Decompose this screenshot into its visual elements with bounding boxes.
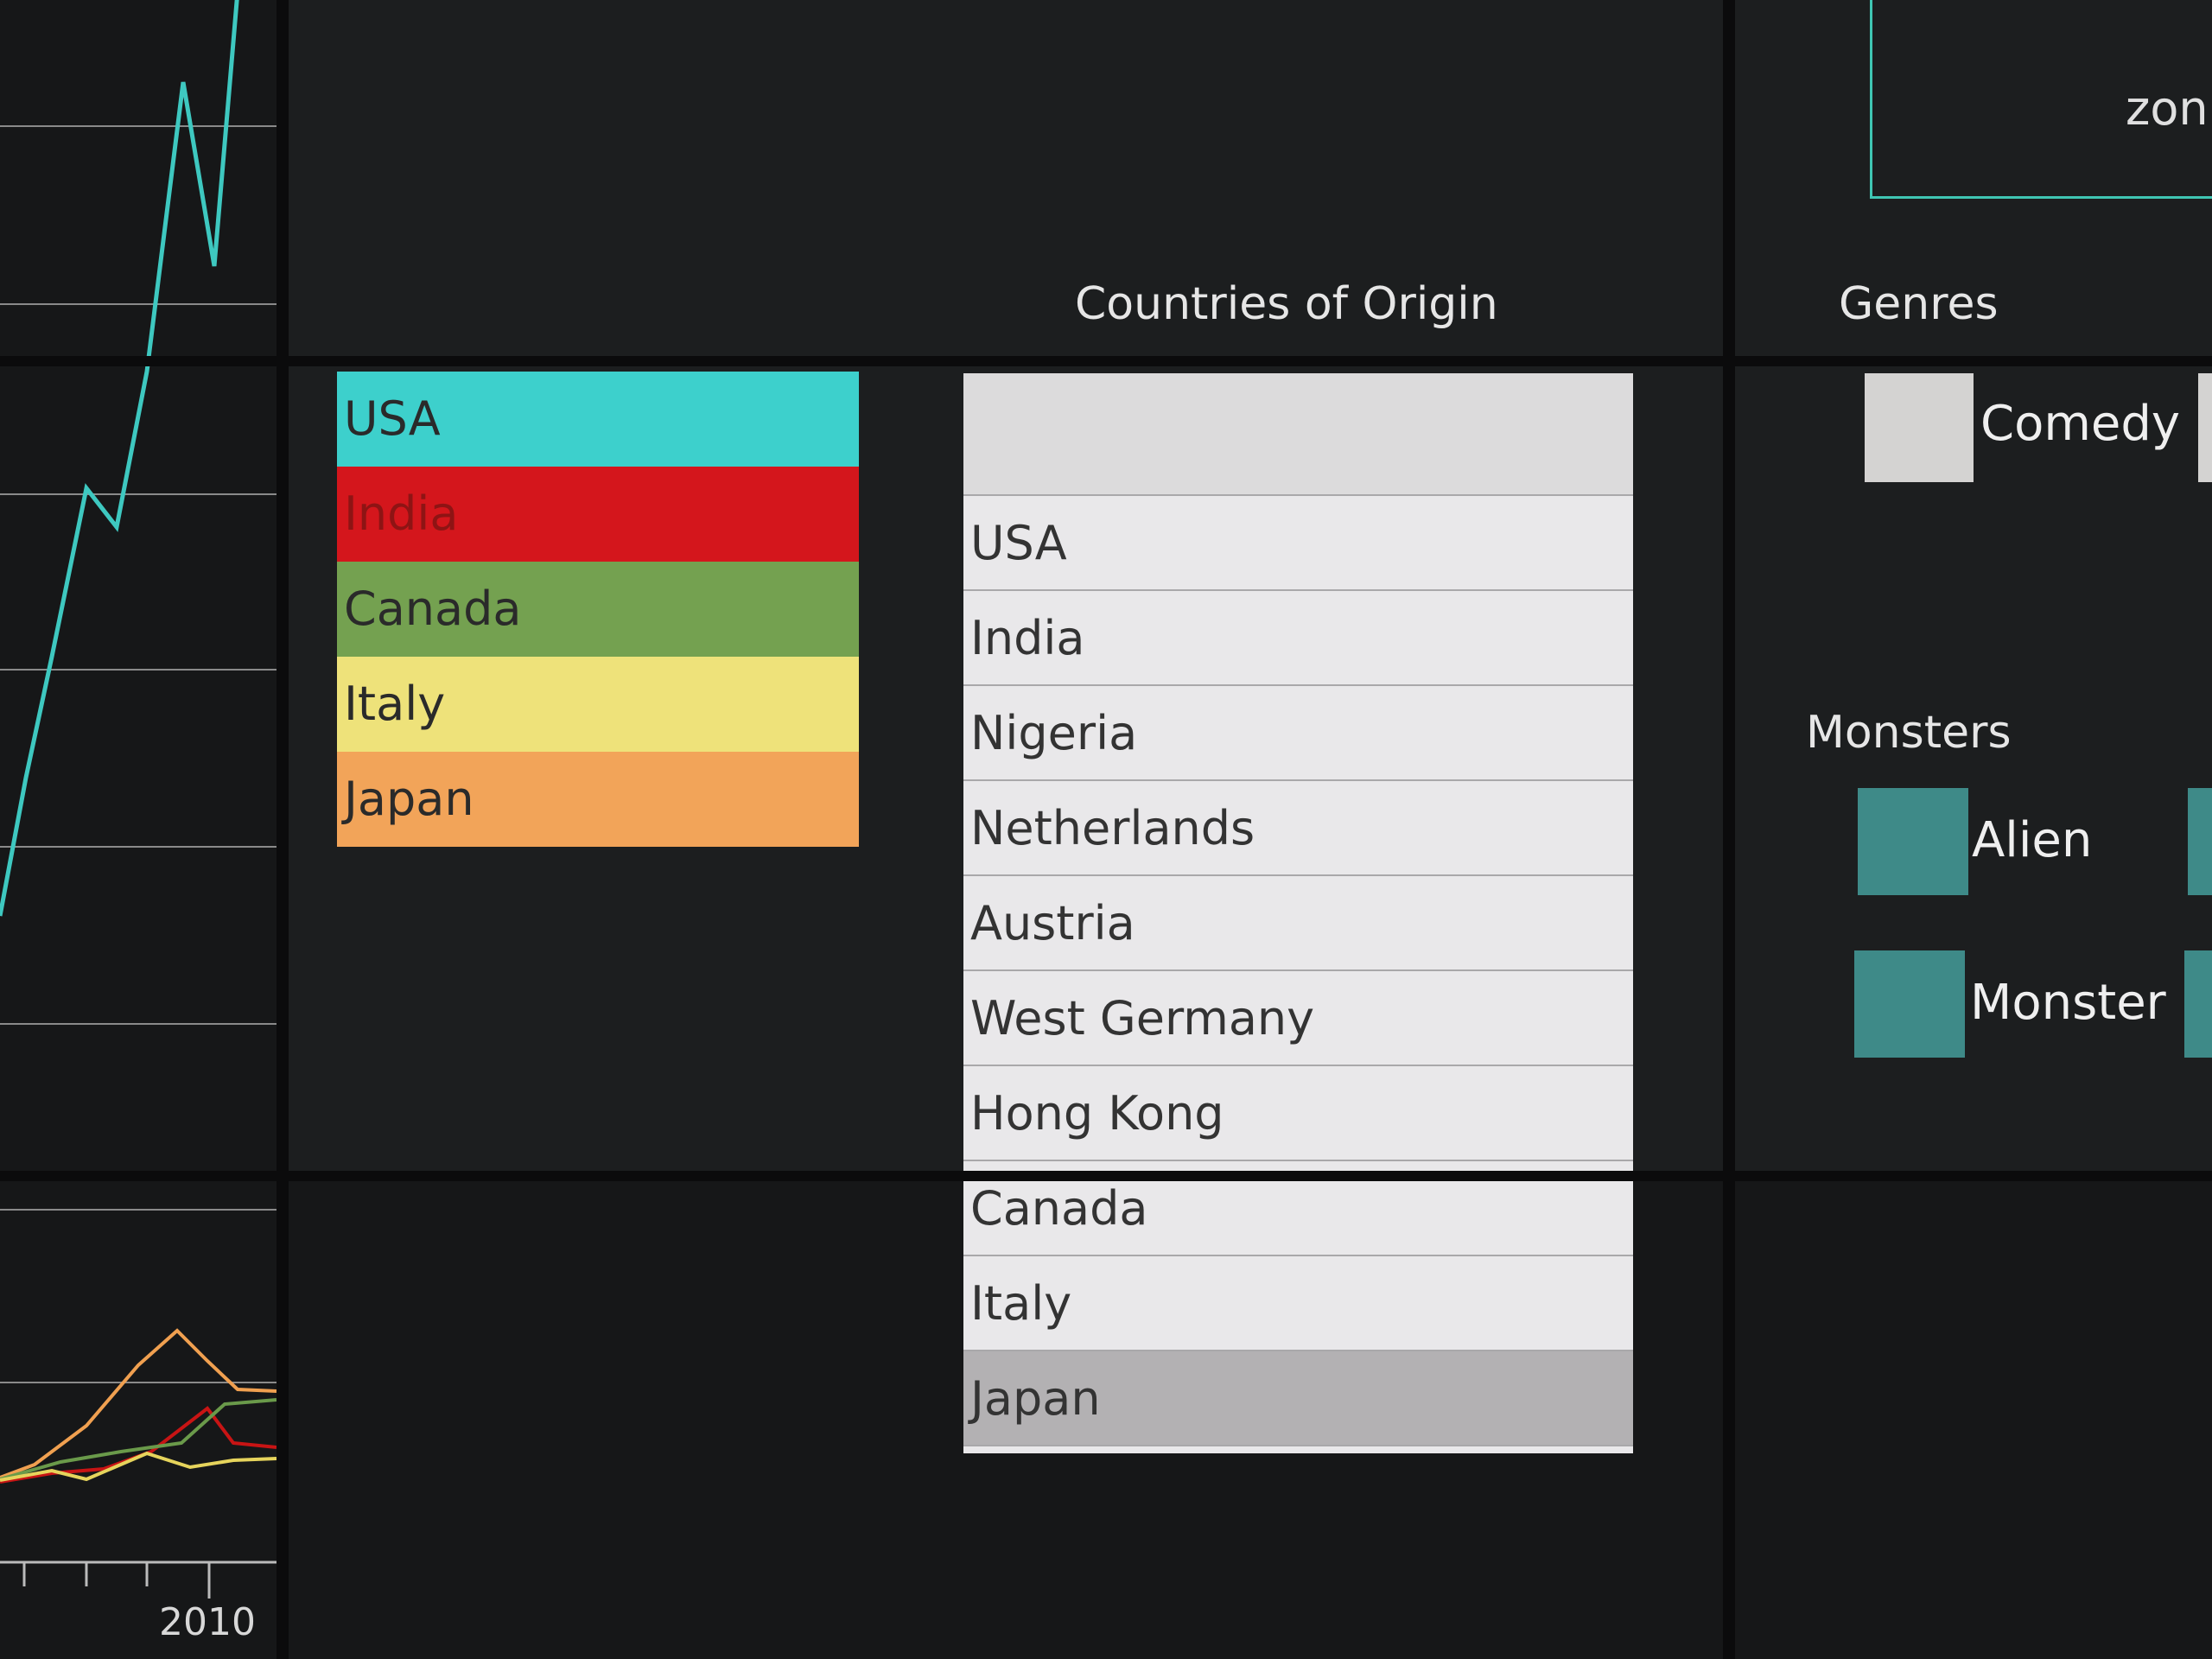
- list-item[interactable]: West Germany: [963, 971, 1633, 1066]
- display-bezel: [0, 1171, 2212, 1181]
- legend-label: Canada: [344, 582, 522, 636]
- list-item-selected[interactable]: Japan: [963, 1351, 1633, 1446]
- genre-chip-partial[interactable]: [2198, 373, 2212, 482]
- monster-label-alien: Alien: [1972, 812, 2093, 868]
- countries-title: Countries of Origin: [1075, 278, 1498, 330]
- monsters-title: Monsters: [1806, 707, 2012, 759]
- monster-chip-alien[interactable]: [1858, 788, 1968, 895]
- x-axis-year-label: 2010: [159, 1600, 256, 1644]
- zoom-label: zon: [2126, 81, 2209, 136]
- genres-title: Genres: [1839, 278, 1999, 330]
- monster-label-monster: Monster: [1970, 975, 2166, 1031]
- genre-label-comedy: Comedy: [1980, 396, 2181, 452]
- small-multiline-chart: [0, 1209, 276, 1599]
- legend-item-japan[interactable]: Japan: [337, 752, 859, 847]
- legend-item-usa[interactable]: USA: [337, 372, 859, 467]
- display-bezel: [1723, 0, 1735, 1659]
- chart-gridlines: [0, 1209, 276, 1383]
- chart-gridlines: [0, 125, 276, 1025]
- monster-chip-partial[interactable]: [2188, 788, 2212, 895]
- legend-label: USA: [344, 391, 441, 446]
- legend-item-canada[interactable]: Canada: [337, 562, 859, 657]
- list-item[interactable]: Austria: [963, 876, 1633, 971]
- display-bezel: [276, 0, 289, 1659]
- list-item[interactable]: Nigeria: [963, 686, 1633, 781]
- list-item[interactable]: Italy: [963, 1256, 1633, 1351]
- monster-chip-partial[interactable]: [2184, 950, 2212, 1058]
- selected-country-legend: USA India Canada Italy Japan: [337, 372, 859, 847]
- trend-line-chart: [0, 0, 276, 1025]
- usa-trend-line: [0, 0, 239, 917]
- legend-label: Japan: [344, 772, 474, 826]
- countries-list[interactable]: USA India Nigeria Netherlands Austria We…: [963, 373, 1633, 1453]
- list-item[interactable]: India: [963, 591, 1633, 686]
- list-item[interactable]: Netherlands: [963, 781, 1633, 876]
- legend-item-india[interactable]: India: [337, 467, 859, 562]
- display-bezel: [0, 356, 2212, 366]
- legend-label: India: [344, 486, 459, 541]
- legend-item-italy[interactable]: Italy: [337, 657, 859, 752]
- legend-label: Italy: [344, 677, 446, 731]
- list-item[interactable]: Hong Kong: [963, 1066, 1633, 1161]
- genre-chip-comedy[interactable]: [1865, 373, 1974, 482]
- list-item[interactable]: USA: [963, 496, 1633, 591]
- monster-chip-monster[interactable]: [1854, 950, 1965, 1058]
- canada-trend-line: [0, 1398, 276, 1481]
- countries-list-header: [963, 373, 1633, 496]
- x-axis-ticks: [0, 1560, 276, 1599]
